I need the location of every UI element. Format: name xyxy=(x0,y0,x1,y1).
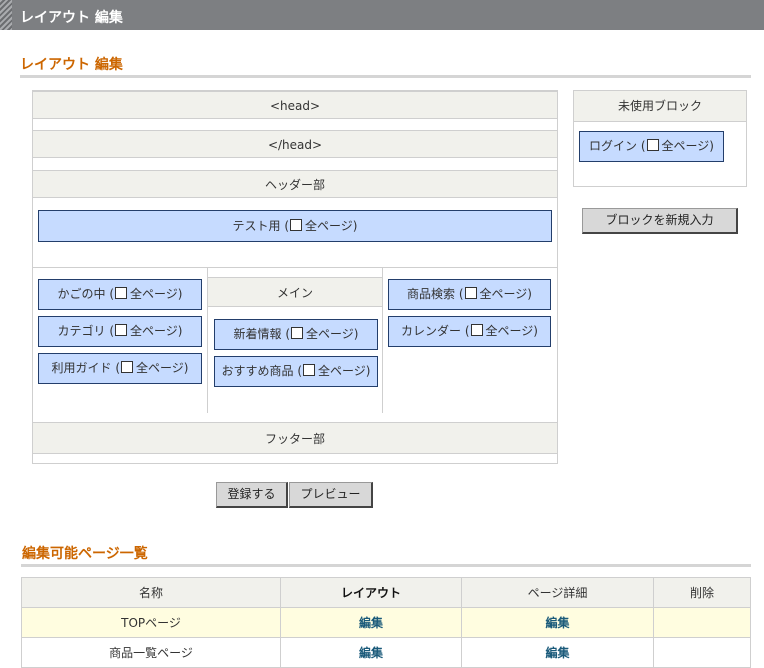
footer-area: フッター部 xyxy=(33,422,557,454)
column-separator xyxy=(382,267,383,413)
block-search[interactable]: 商品検索 ( 全ページ) xyxy=(388,279,551,310)
all-pages-label: 全ページ) xyxy=(306,327,359,341)
layout-cell: 編集 xyxy=(280,637,462,668)
block-news[interactable]: 新着情報 ( 全ページ) xyxy=(214,319,378,350)
pages-table: 名称 レイアウト ページ詳細 削除 TOPページ 編集 編集 商品一覧ページ 編… xyxy=(21,577,751,668)
block-label: カテゴリ ( xyxy=(57,324,115,338)
all-pages-checkbox[interactable] xyxy=(303,364,316,376)
table-row: TOPページ 編集 編集 xyxy=(21,607,751,638)
column-header-delete: 削除 xyxy=(653,577,751,608)
new-block-button[interactable]: ブロックを新規入力 xyxy=(582,208,738,234)
all-pages-label: 全ページ) xyxy=(130,324,183,338)
title-bar-stripe xyxy=(0,0,12,30)
layout-cell: 編集 xyxy=(280,607,462,638)
block-test[interactable]: テスト用 ( 全ページ) xyxy=(38,210,552,242)
all-pages-checkbox[interactable] xyxy=(291,327,304,339)
register-button[interactable]: 登録する xyxy=(216,482,288,508)
block-cart[interactable]: かごの中 ( 全ページ) xyxy=(38,279,202,310)
all-pages-checkbox[interactable] xyxy=(290,219,303,231)
pages-section-rule xyxy=(21,564,751,567)
block-label: かごの中 ( xyxy=(57,287,115,301)
block-login[interactable]: ログイン ( 全ページ) xyxy=(579,131,724,162)
all-pages-checkbox[interactable] xyxy=(121,361,134,373)
pages-section-title: 編集可能ページ一覧 xyxy=(22,546,148,562)
all-pages-checkbox[interactable] xyxy=(115,324,128,336)
all-pages-checkbox[interactable] xyxy=(470,324,483,336)
title-bar: レイアウト 編集 xyxy=(0,0,764,30)
all-pages-checkbox[interactable] xyxy=(115,287,128,299)
table-header-row: 名称 レイアウト ページ詳細 削除 xyxy=(21,577,751,608)
title-bar-text: レイアウト 編集 xyxy=(20,10,123,26)
column-header-name: 名称 xyxy=(21,577,281,608)
head-close-area: </head> xyxy=(33,130,557,158)
all-pages-label: 全ページ) xyxy=(136,361,189,375)
column-header-detail: ページ詳細 xyxy=(461,577,654,608)
block-label: 利用ガイド ( xyxy=(51,361,121,375)
head-open-area: <head> xyxy=(33,91,557,119)
block-guide[interactable]: 利用ガイド ( 全ページ) xyxy=(38,353,202,384)
block-calendar[interactable]: カレンダー ( 全ページ) xyxy=(388,316,551,347)
all-pages-label: 全ページ) xyxy=(661,139,714,153)
main-area: メイン xyxy=(208,277,382,307)
delete-cell xyxy=(653,637,751,668)
edit-layout-link[interactable]: 編集 xyxy=(359,646,383,660)
block-label: おすすめ商品 ( xyxy=(221,364,303,378)
layout-section-title: レイアウト 編集 xyxy=(20,57,123,73)
delete-cell xyxy=(653,607,751,638)
page-name: 商品一覧ページ xyxy=(21,637,281,668)
column-header-layout: レイアウト xyxy=(280,577,462,608)
block-label: カレンダー ( xyxy=(401,324,470,338)
unused-blocks-panel: 未使用ブロック ログイン ( 全ページ) xyxy=(573,90,747,187)
block-category[interactable]: カテゴリ ( 全ページ) xyxy=(38,316,202,347)
all-pages-label: 全ページ) xyxy=(479,287,532,301)
layout-editor: <head> </head> ヘッダー部 テスト用 ( 全ページ) かごの中 ( 全… xyxy=(32,90,558,464)
detail-cell: 編集 xyxy=(461,607,654,638)
all-pages-checkbox[interactable] xyxy=(464,287,477,299)
block-label: テスト用 ( xyxy=(232,219,290,233)
edit-detail-link[interactable]: 編集 xyxy=(545,646,569,660)
page-name: TOPページ xyxy=(21,607,281,638)
edit-layout-link[interactable]: 編集 xyxy=(359,616,383,630)
block-label: 商品検索 ( xyxy=(407,287,464,301)
unused-blocks-title: 未使用ブロック xyxy=(574,91,746,122)
preview-button[interactable]: プレビュー xyxy=(289,482,373,508)
columns-top-divider xyxy=(33,267,557,268)
layout-section-rule xyxy=(20,75,751,78)
block-label: ログイン ( xyxy=(589,139,646,153)
all-pages-label: 全ページ) xyxy=(130,287,183,301)
edit-detail-link[interactable]: 編集 xyxy=(545,616,569,630)
all-pages-label: 全ページ) xyxy=(485,324,538,338)
all-pages-checkbox[interactable] xyxy=(646,139,659,151)
detail-cell: 編集 xyxy=(461,637,654,668)
block-label: 新着情報 ( xyxy=(233,327,291,341)
table-row: 商品一覧ページ 編集 編集 xyxy=(21,637,751,668)
header-area: ヘッダー部 xyxy=(33,170,557,198)
all-pages-label: 全ページ) xyxy=(318,364,371,378)
block-recommend[interactable]: おすすめ商品 ( 全ページ) xyxy=(214,356,378,387)
all-pages-label: 全ページ) xyxy=(305,219,358,233)
